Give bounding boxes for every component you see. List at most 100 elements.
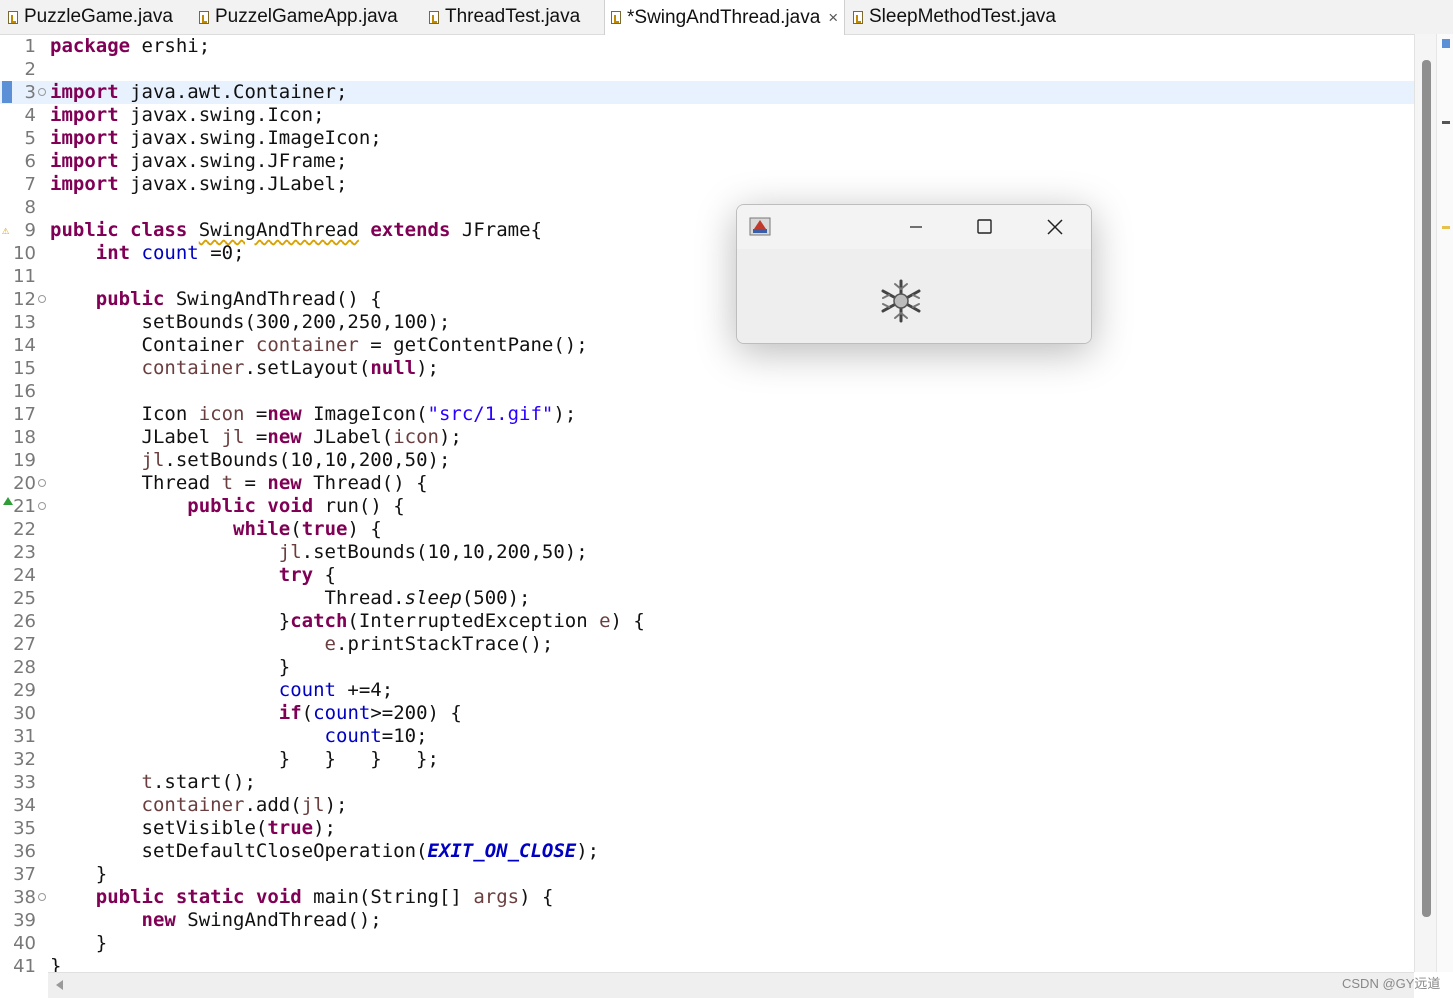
code-line[interactable]: 30 if(count>=200) { bbox=[0, 702, 1414, 725]
code-line[interactable]: 7 import javax.swing.JLabel; bbox=[0, 173, 1414, 196]
code-line[interactable]: 4 import javax.swing.Icon; bbox=[0, 104, 1414, 127]
code-text: public static void main(String[] args) { bbox=[95, 886, 554, 908]
code-line[interactable]: 15 container.setLayout(null); bbox=[0, 357, 1414, 380]
minimize-button[interactable] bbox=[881, 205, 951, 249]
close-button[interactable] bbox=[1020, 205, 1090, 249]
horizontal-scrollbar[interactable] bbox=[48, 972, 1414, 998]
line-number: 40 bbox=[13, 933, 36, 954]
line-number: 27 bbox=[13, 634, 36, 655]
line-number: 26 bbox=[13, 611, 36, 632]
code-text: container.setLayout(null); bbox=[141, 357, 439, 379]
line-number: 30 bbox=[13, 703, 36, 724]
code-line[interactable]: 17 Icon icon =new ImageIcon("src/1.gif")… bbox=[0, 403, 1414, 426]
code-line[interactable]: 40 } bbox=[0, 932, 1414, 955]
code-line[interactable]: 14 Container container = getContentPane(… bbox=[0, 334, 1414, 357]
code-line[interactable]: 37 } bbox=[0, 863, 1414, 886]
window-title-bar[interactable] bbox=[737, 205, 1091, 249]
code-line[interactable]: 6 import javax.swing.JFrame; bbox=[0, 150, 1414, 173]
fold-toggle-icon[interactable] bbox=[38, 479, 46, 487]
code-line[interactable]: 8 bbox=[0, 196, 1414, 219]
code-line[interactable]: 11 bbox=[0, 265, 1414, 288]
code-line[interactable]: 35 setVisible(true); bbox=[0, 817, 1414, 840]
code-text: import javax.swing.ImageIcon; bbox=[50, 127, 382, 149]
code-line[interactable]: 28 } bbox=[0, 656, 1414, 679]
code-text: } bbox=[50, 656, 291, 678]
code-text: count +=4; bbox=[278, 679, 394, 701]
line-number: 36 bbox=[13, 841, 36, 862]
current-line-marker[interactable] bbox=[1442, 121, 1450, 124]
line-number: 28 bbox=[13, 657, 36, 678]
code-text: container.add(jl); bbox=[141, 794, 348, 816]
code-line[interactable]: 29 count +=4; bbox=[0, 679, 1414, 702]
code-line[interactable]: 23 jl.setBounds(10,10,200,50); bbox=[0, 541, 1414, 564]
code-line[interactable]: 16 bbox=[0, 380, 1414, 403]
fold-toggle-icon[interactable] bbox=[38, 502, 46, 510]
code-line[interactable]: 10 int count =0; bbox=[0, 242, 1414, 265]
java-file-icon bbox=[8, 10, 18, 24]
code-text: jl.setBounds(10,10,200,50); bbox=[141, 449, 451, 471]
code-line[interactable]: 31 count=10; bbox=[0, 725, 1414, 748]
close-icon[interactable]: × bbox=[828, 8, 838, 28]
fold-toggle-icon[interactable] bbox=[38, 88, 46, 96]
line-number: 31 bbox=[13, 726, 36, 747]
code-line[interactable]: 1 package ershi; bbox=[0, 35, 1414, 58]
tab-label: *SwingAndThread.java bbox=[627, 6, 821, 28]
code-text: public SwingAndThread() { bbox=[95, 288, 382, 310]
scrollbar-thumb[interactable] bbox=[1422, 60, 1431, 917]
code-line[interactable]: 36 setDefaultCloseOperation(EXIT_ON_CLOS… bbox=[0, 840, 1414, 863]
code-line[interactable]: 39 new SwingAndThread(); bbox=[0, 909, 1414, 932]
tab-puzzlegame[interactable]: PuzzleGame.java bbox=[8, 0, 173, 34]
line-number: 12 bbox=[13, 289, 36, 310]
vertical-scrollbar[interactable] bbox=[1414, 34, 1437, 972]
fold-toggle-icon[interactable] bbox=[38, 295, 46, 303]
tab-puzzelgameapp[interactable]: PuzzelGameApp.java bbox=[199, 0, 398, 34]
tab-swingandthread[interactable]: *SwingAndThread.java × bbox=[604, 0, 846, 35]
line-number: 35 bbox=[13, 818, 36, 839]
fold-toggle-icon[interactable] bbox=[38, 893, 46, 901]
watermark: CSDN @GY远道 bbox=[1342, 976, 1441, 991]
code-line[interactable]: 32 } } } }; bbox=[0, 748, 1414, 771]
bookmark-annotation-marker[interactable] bbox=[1442, 39, 1450, 48]
code-text: Icon icon =new ImageIcon("src/1.gif"); bbox=[50, 403, 577, 425]
line-number: 6 bbox=[24, 151, 36, 172]
code-line[interactable]: 24 try { bbox=[0, 564, 1414, 587]
code-line[interactable]: 25 Thread.sleep(500); bbox=[0, 587, 1414, 610]
warning-annotation-marker[interactable] bbox=[1442, 226, 1450, 229]
code-line[interactable]: 38 public static void main(String[] args… bbox=[0, 886, 1414, 909]
swing-app-window[interactable] bbox=[736, 204, 1092, 344]
editor-tab-bar: PuzzleGame.java PuzzelGameApp.java Threa… bbox=[0, 0, 1453, 35]
code-line[interactable]: 21 public void run() { bbox=[0, 495, 1414, 518]
snowflake-gif-icon bbox=[881, 279, 921, 323]
code-line[interactable]: 22 while(true) { bbox=[0, 518, 1414, 541]
tab-sleepmethodtest[interactable]: SleepMethodTest.java bbox=[853, 0, 1056, 34]
code-line[interactable]: 18 JLabel jl =new JLabel(icon); bbox=[0, 426, 1414, 449]
code-text: import javax.swing.JLabel; bbox=[50, 173, 348, 195]
code-text: try { bbox=[278, 564, 336, 586]
code-line[interactable]: 34 container.add(jl); bbox=[0, 794, 1414, 817]
overview-ruler[interactable] bbox=[1436, 34, 1453, 972]
code-line[interactable]: 5 import javax.swing.ImageIcon; bbox=[0, 127, 1414, 150]
code-line[interactable]: 33 t.start(); bbox=[0, 771, 1414, 794]
code-line[interactable]: 27 e.printStackTrace(); bbox=[0, 633, 1414, 656]
maximize-button[interactable] bbox=[950, 205, 1020, 249]
code-line[interactable]: 19 jl.setBounds(10,10,200,50); bbox=[0, 449, 1414, 472]
code-editor[interactable]: 1 package ershi; 2 3 import java.awt.Contain… bbox=[0, 34, 1414, 977]
code-line[interactable]: 13 setBounds(300,200,250,100); bbox=[0, 311, 1414, 334]
line-number: 23 bbox=[13, 542, 36, 563]
code-text: if(count>=200) { bbox=[278, 702, 462, 724]
code-line[interactable]: 3 import java.awt.Container; bbox=[0, 81, 1414, 104]
code-line[interactable]: 12 public SwingAndThread() { bbox=[0, 288, 1414, 311]
code-line[interactable]: ⚠ 9 public class SwingAndThread extends JF… bbox=[0, 219, 1414, 242]
code-line[interactable]: 20 Thread t = new Thread() { bbox=[0, 472, 1414, 495]
code-text: } bbox=[50, 863, 108, 885]
java-file-icon bbox=[853, 10, 863, 24]
code-text: count=10; bbox=[324, 725, 428, 747]
scroll-left-arrow-icon[interactable] bbox=[56, 980, 63, 990]
code-line[interactable]: 26 }catch(InterruptedException e) { bbox=[0, 610, 1414, 633]
code-text: jl.setBounds(10,10,200,50); bbox=[278, 541, 588, 563]
code-line[interactable]: 2 bbox=[0, 58, 1414, 81]
tab-threadtest[interactable]: ThreadTest.java bbox=[429, 0, 580, 34]
line-number: 22 bbox=[13, 519, 36, 540]
code-text: setBounds(300,200,250,100); bbox=[50, 311, 451, 333]
line-number: 32 bbox=[13, 749, 36, 770]
